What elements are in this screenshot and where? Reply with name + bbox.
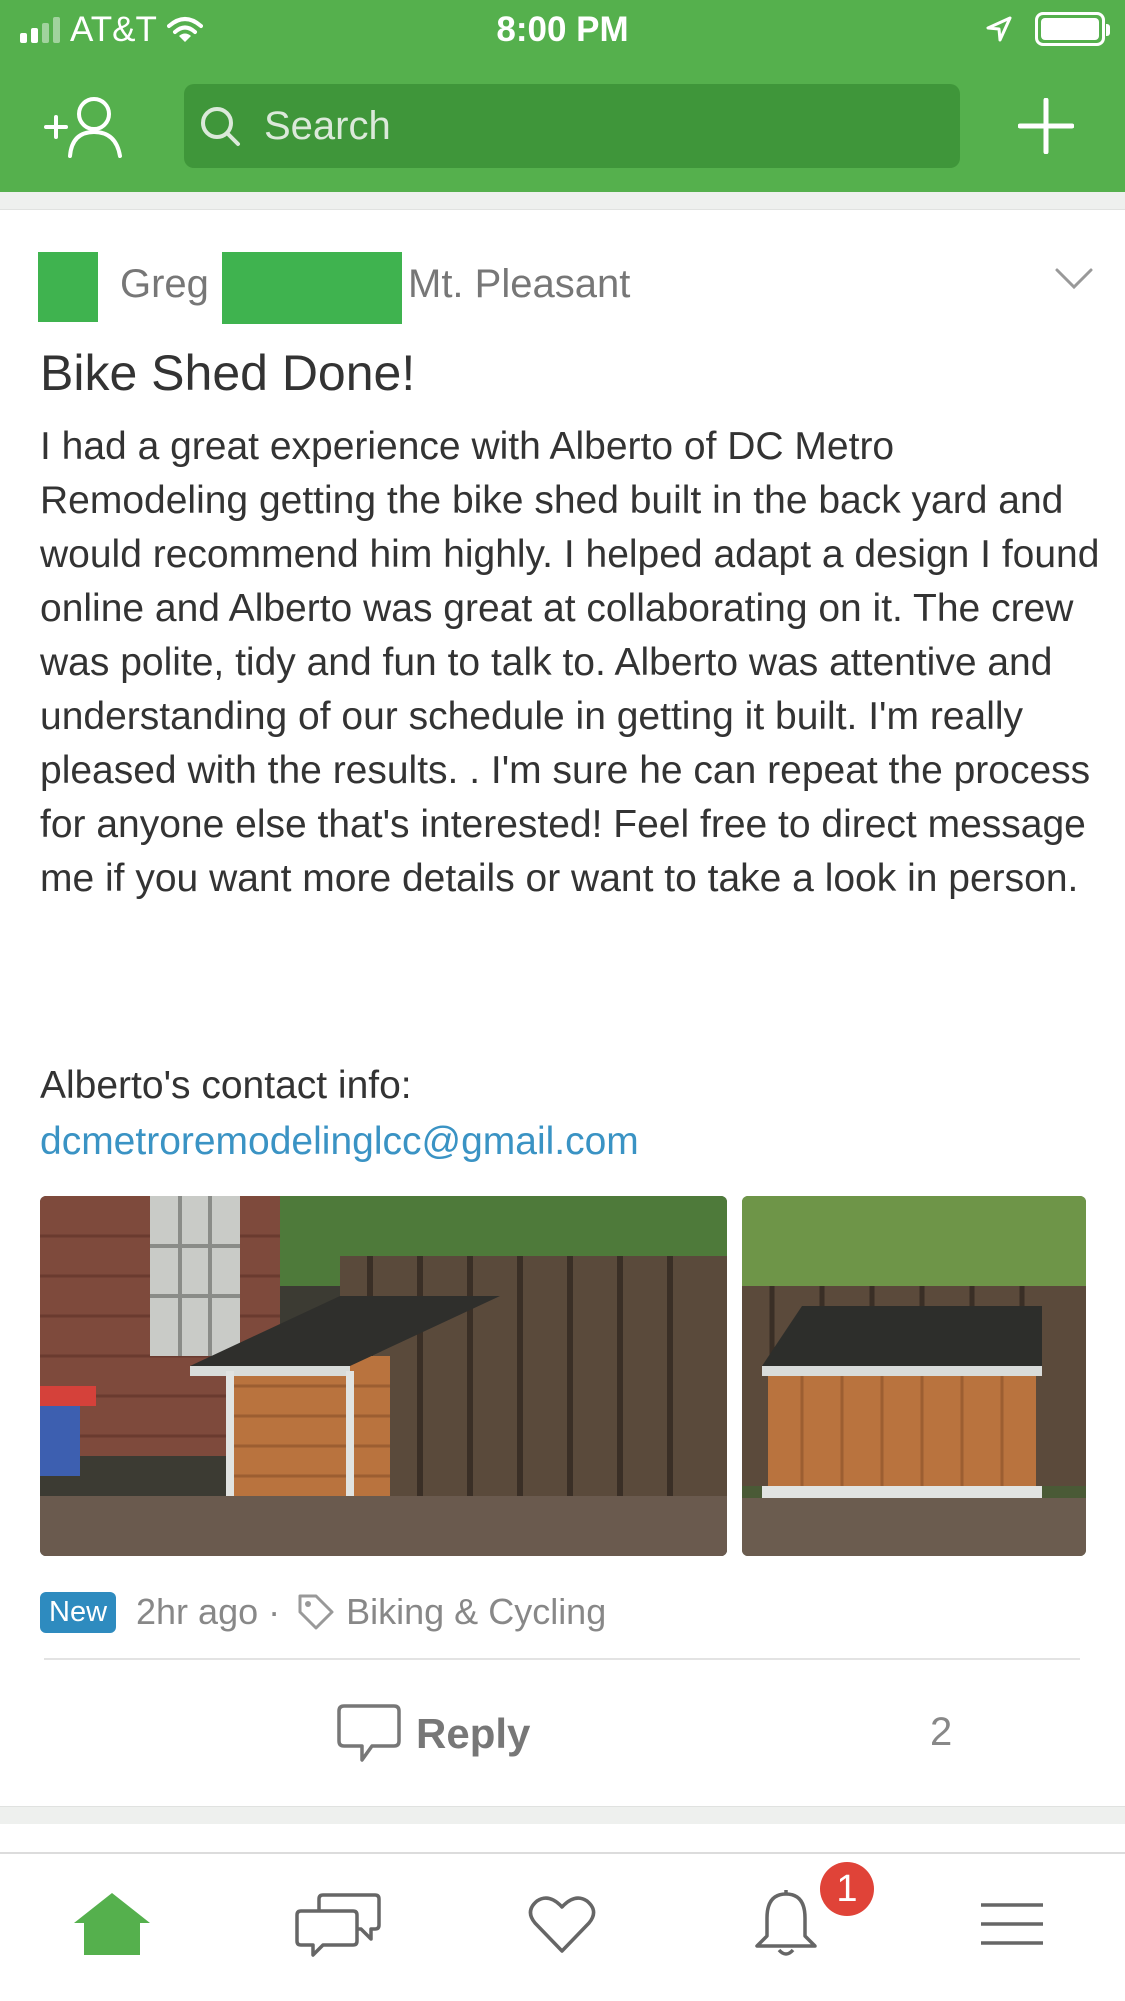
- reply-bubble-icon: [337, 1704, 401, 1762]
- home-icon: [74, 1893, 150, 1955]
- heart-icon: [528, 1896, 596, 1953]
- header-nav: [0, 80, 1125, 172]
- contact-label: Alberto's contact info:: [40, 1064, 412, 1107]
- post-divider: [44, 1658, 1080, 1660]
- post-body: I had a great experience with Alberto of…: [40, 425, 1100, 900]
- bell-icon: [755, 1890, 817, 1956]
- add-neighbor-icon[interactable]: [44, 94, 130, 160]
- post-time: 2hr ago: [136, 1591, 259, 1632]
- neighborhood-label[interactable]: Mt. Pleasant: [408, 262, 630, 307]
- meta-separator: ·: [268, 1591, 281, 1632]
- new-badge: New: [40, 1591, 117, 1633]
- app-screen: AT&T 8:00 PM Search Greg Mt. Pleasant Bi…: [0, 0, 1125, 2001]
- tab-menu[interactable]: [942, 1854, 1082, 1994]
- post-title: Bike Shed Done!: [40, 345, 416, 401]
- app-header: AT&T 8:00 PM: [0, 0, 1125, 192]
- reply-label: Reply: [416, 1710, 531, 1757]
- plus-icon[interactable]: [1018, 98, 1074, 154]
- chevron-down-icon[interactable]: [1054, 266, 1094, 292]
- contact-email-link[interactable]: dcmetroremodelinglcc@gmail.com: [40, 1120, 639, 1164]
- search-icon: [201, 107, 240, 146]
- post-author-row: Greg Mt. Pleasant: [36, 252, 1096, 324]
- search-bar[interactable]: [184, 84, 960, 168]
- tab-bar: 1: [0, 1852, 1125, 2001]
- tag-icon: [298, 1594, 334, 1630]
- tab-messages[interactable]: [268, 1854, 408, 1994]
- battery-icon: [1035, 12, 1110, 46]
- author-last-name-redaction: [222, 252, 402, 324]
- avatar[interactable]: [38, 252, 98, 322]
- category-link[interactable]: Biking & Cycling: [346, 1591, 606, 1633]
- feed-separator-bottom: [0, 1806, 1125, 1824]
- bike-shed-photo-2[interactable]: [742, 1196, 1086, 1556]
- author-name[interactable]: Greg: [120, 262, 209, 307]
- tab-home[interactable]: [42, 1854, 182, 1994]
- messages-icon: [295, 1893, 381, 1957]
- reply-button[interactable]: Reply: [336, 1702, 530, 1766]
- notification-badge: 1: [820, 1862, 874, 1916]
- search-input[interactable]: [264, 84, 944, 168]
- feed-separator: [0, 192, 1125, 210]
- status-right: [985, 12, 1110, 46]
- menu-icon: [981, 1903, 1043, 1945]
- bike-shed-photo-1[interactable]: [40, 1196, 727, 1556]
- post-meta: New 2hr ago · Biking & Cycling: [40, 1590, 606, 1634]
- tab-favorites[interactable]: [492, 1854, 632, 1994]
- location-arrow-icon: [986, 16, 1012, 42]
- status-time: 8:00 PM: [496, 10, 629, 49]
- reply-count[interactable]: 2: [930, 1710, 952, 1755]
- status-bar: AT&T 8:00 PM: [0, 0, 1125, 62]
